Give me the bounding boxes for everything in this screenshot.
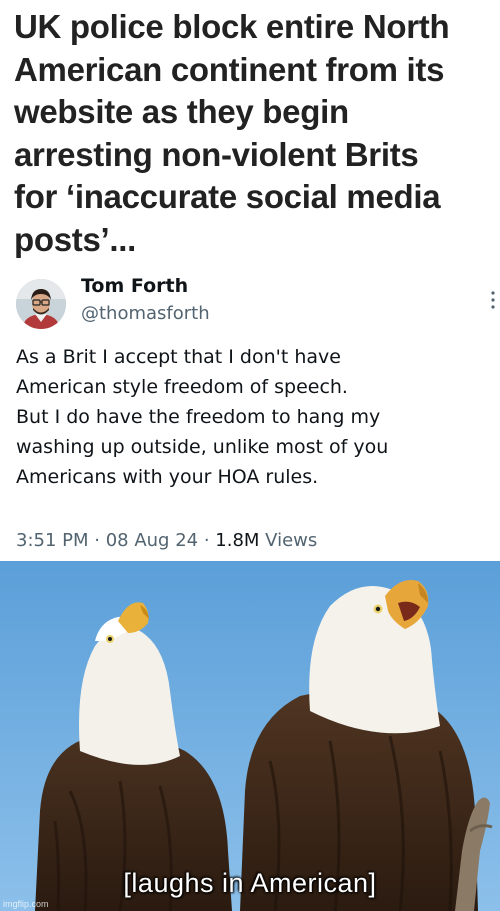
headline-line: website as they begin [14, 93, 349, 130]
tweet-text-line: As a Brit I accept that I don't have [16, 346, 341, 368]
tweet-meta: 3:51 PM · 08 Aug 24 · 1.8M Views [16, 530, 317, 551]
author-name[interactable]: Tom Forth [81, 275, 188, 297]
meta-separator: · [88, 530, 106, 551]
tweet-text-line: washing up outside, unlike most of you [16, 436, 389, 458]
eagles-illustration [0, 561, 500, 911]
meme-image: [laughs in American] imgflip.com [0, 561, 500, 911]
views-count: 1.8M [215, 530, 260, 551]
tweet-text-line: But I do have the freedom to hang my [16, 406, 381, 428]
headline-line: arresting non-violent Brits [14, 135, 419, 173]
more-options-icon[interactable] [490, 290, 496, 310]
avatar[interactable] [16, 279, 66, 329]
tweet-text: As a Brit I accept that I don't have Ame… [16, 342, 494, 492]
author-handle[interactable]: @thomasforth [81, 303, 210, 324]
news-headline: UK police block entire North American co… [14, 6, 492, 261]
tweet-text-line: American style freedom of speech. [16, 376, 348, 398]
imgflip-watermark: imgflip.com [3, 899, 49, 909]
tweet-date[interactable]: 08 Aug 24 [106, 530, 198, 551]
headline-line: for ‘inaccurate social media [14, 178, 441, 215]
news-headline-block: UK police block entire North American co… [0, 0, 500, 268]
tweet-card: Tom Forth @thomasforth As a Brit I accep… [0, 268, 500, 560]
tweet-time[interactable]: 3:51 PM [16, 530, 89, 551]
meta-separator: · [198, 530, 216, 551]
meme-caption: [laughs in American] [123, 868, 377, 898]
headline-line: UK police block entire North [14, 8, 450, 45]
tweet-text-line: Americans with your HOA rules. [16, 466, 319, 488]
headline-line: American continent from its [14, 50, 445, 88]
views-label: Views [265, 530, 318, 551]
headline-line: posts’... [14, 220, 136, 258]
